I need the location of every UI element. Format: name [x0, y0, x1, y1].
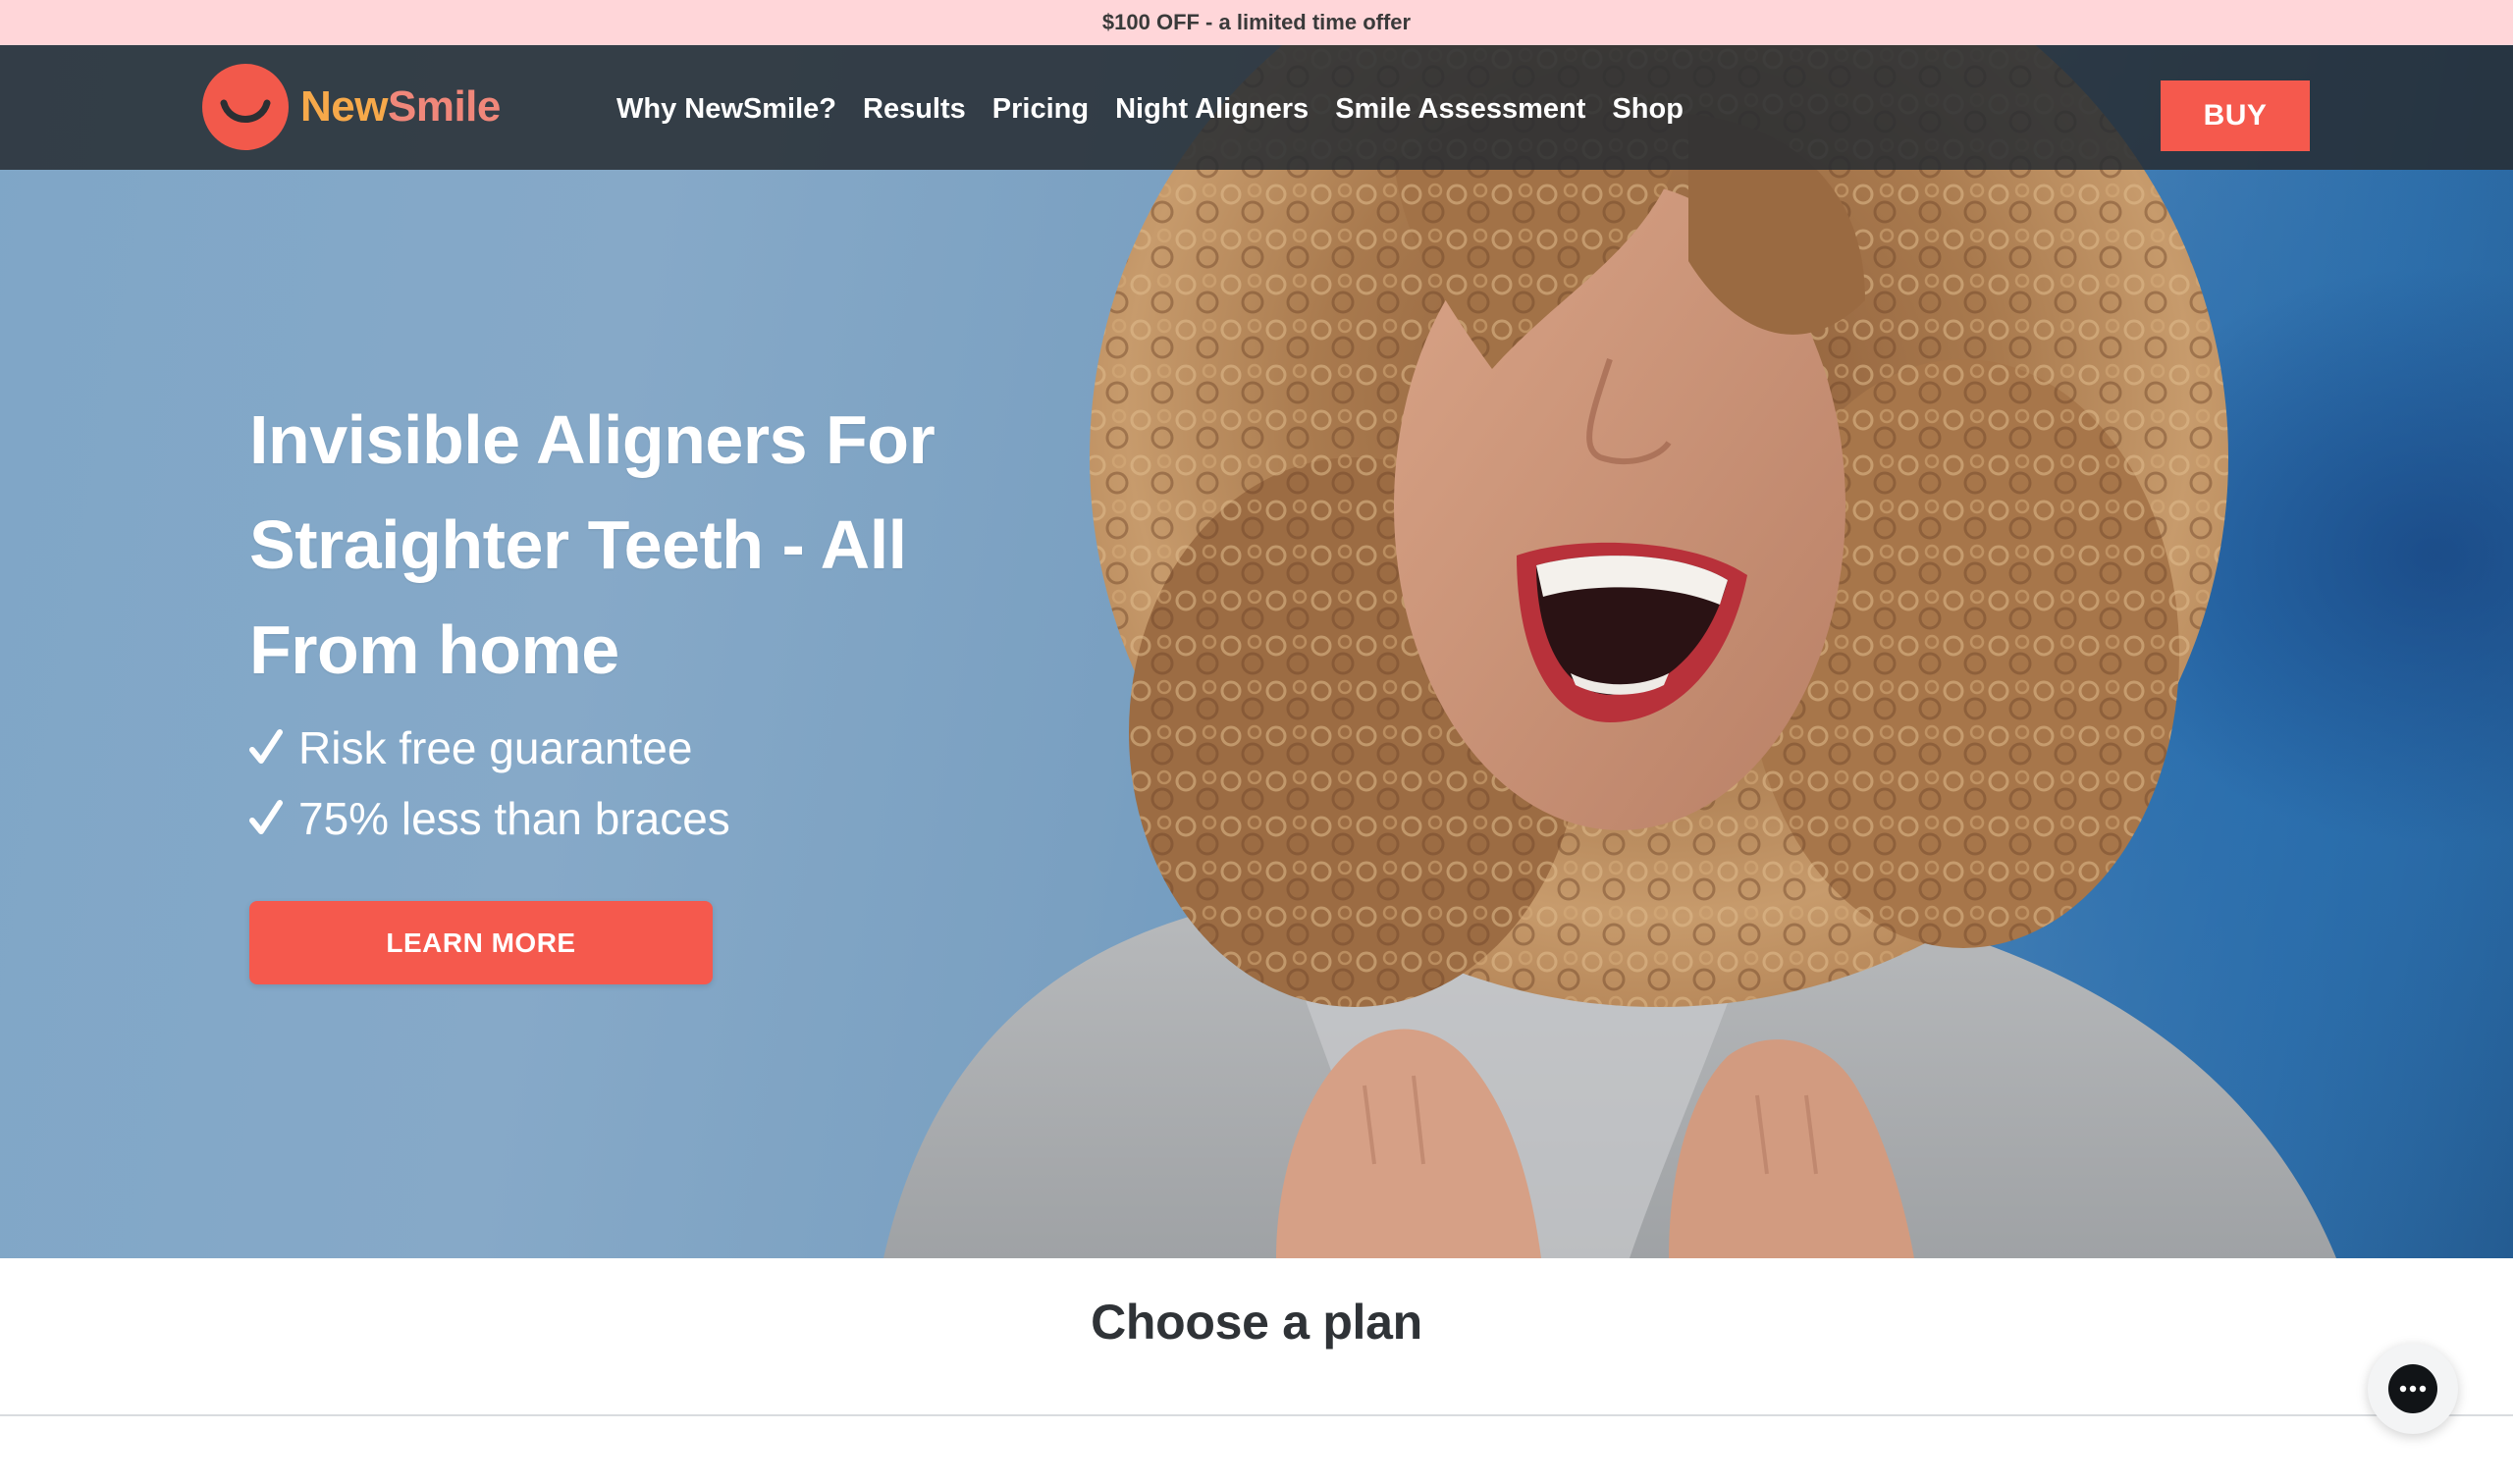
benefit-item: 75% less than braces [249, 783, 730, 854]
promo-text: $100 OFF - a limited time offer [1101, 10, 1412, 34]
chat-bubble-icon [2388, 1364, 2437, 1413]
brand-name-part-1: New [300, 82, 388, 131]
brand-name-part-2: Smile [387, 82, 501, 131]
section-divider [0, 1414, 2513, 1416]
nav-menu: Why NewSmile? Results Pricing Night Alig… [616, 90, 1710, 128]
brand-name: NewSmile [300, 82, 501, 132]
smile-logo-icon [202, 64, 289, 150]
main-navigation: NewSmile Why NewSmile? Results Pricing N… [0, 45, 2513, 170]
hero-headline: Invisible Aligners For Straighter Teeth … [249, 401, 936, 688]
learn-more-button[interactable]: LEARN MORE [249, 901, 713, 984]
benefit-item: Risk free guarantee [249, 713, 730, 783]
nav-item-night-aligners[interactable]: Night Aligners [1115, 93, 1309, 126]
hero-section: Invisible Aligners For Straighter Teeth … [0, 45, 2513, 1258]
brand-logo[interactable]: NewSmile [202, 64, 501, 150]
nav-item-results[interactable]: Results [863, 93, 966, 126]
check-icon [249, 800, 283, 834]
check-icon [249, 729, 283, 764]
promo-banner[interactable]: $100 OFF - a limited time offer [0, 0, 2513, 45]
chat-widget-button[interactable] [2368, 1344, 2458, 1434]
nav-item-smile-assessment[interactable]: Smile Assessment [1335, 93, 1585, 126]
buy-button[interactable]: BUY [2161, 80, 2310, 151]
benefit-text: 75% less than braces [298, 793, 730, 844]
benefit-text: Risk free guarantee [298, 722, 693, 773]
nav-item-pricing[interactable]: Pricing [992, 93, 1089, 126]
choose-plan-heading: Choose a plan [1091, 1295, 1422, 1350]
benefits-list: Risk free guarantee 75% less than braces [249, 713, 730, 854]
nav-item-why-newsmile[interactable]: Why NewSmile? [616, 93, 836, 126]
nav-item-shop[interactable]: Shop [1612, 93, 1684, 126]
